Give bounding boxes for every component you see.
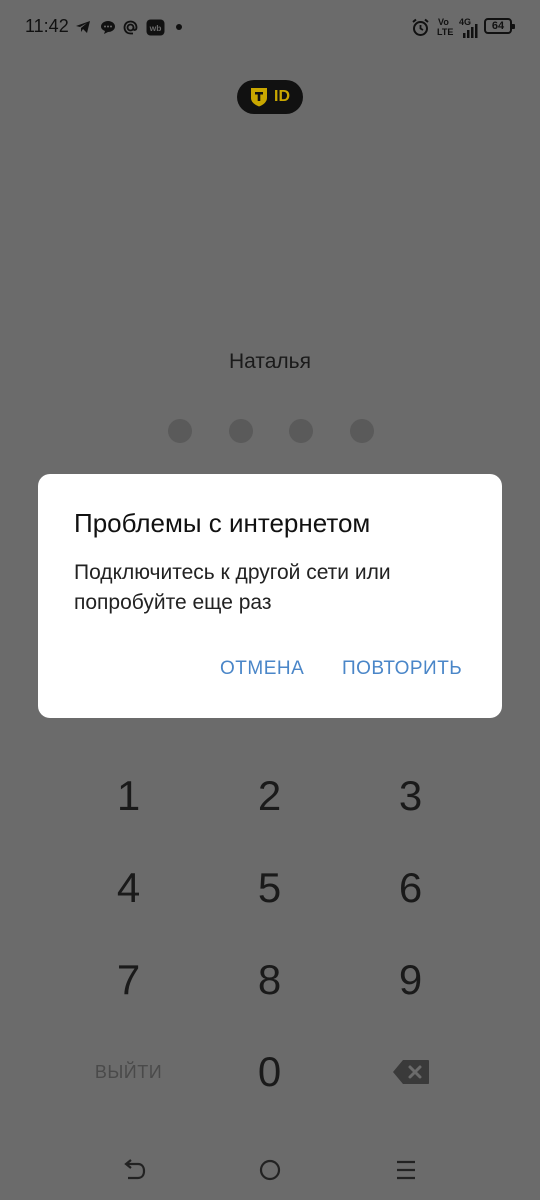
logo-text: ID: [274, 88, 290, 105]
retry-button[interactable]: ПОВТОРИТЬ: [342, 658, 462, 680]
alarm-icon: [411, 18, 430, 36]
volte-bottom: LTE: [437, 27, 454, 37]
svg-text:wb: wb: [149, 23, 162, 33]
back-icon: [121, 1158, 147, 1182]
keypad: 1 2 3 4 5 6 7 8 9 ВЫЙТИ 0: [58, 750, 482, 1120]
user-name: Наталья: [228, 350, 311, 373]
chat-icon: [100, 18, 116, 36]
menu-icon: [395, 1158, 417, 1182]
battery-indicator: 64: [484, 18, 515, 34]
pin-dot: [289, 419, 314, 443]
dot-icon: [175, 18, 183, 36]
pin-dot: [228, 419, 253, 443]
signal-icon: [462, 22, 478, 40]
pin-indicator: [168, 419, 374, 443]
status-time: 11:42: [25, 16, 69, 36]
key-9[interactable]: 9: [340, 934, 481, 1026]
pin-dot: [168, 419, 192, 443]
cancel-button[interactable]: ОТМЕНА: [220, 658, 304, 680]
pin-dot: [349, 419, 374, 443]
key-1[interactable]: 1: [58, 750, 199, 842]
backspace-button[interactable]: [340, 1026, 481, 1118]
status-bar: 11:42 wb Vo LTE 4G 64: [0, 0, 540, 54]
recents-button[interactable]: [392, 1156, 420, 1184]
shield-icon: [250, 87, 268, 107]
home-icon: [258, 1158, 282, 1182]
key-4[interactable]: 4: [58, 842, 199, 934]
logout-button[interactable]: ВЫЙТИ: [58, 1026, 199, 1118]
key-8[interactable]: 8: [199, 934, 340, 1026]
dialog-message: Подключитесь к другой сети или попробуйт…: [74, 561, 391, 614]
key-6[interactable]: 6: [340, 842, 481, 934]
dialog-title: Проблемы с интернетом: [74, 508, 371, 538]
at-icon: [122, 18, 139, 36]
error-dialog: Проблемы с интернетом Подключитесь к дру…: [38, 474, 502, 718]
home-button[interactable]: [256, 1156, 284, 1184]
key-5[interactable]: 5: [199, 842, 340, 934]
key-2[interactable]: 2: [199, 750, 340, 842]
key-7[interactable]: 7: [58, 934, 199, 1026]
navigation-bar: [0, 1140, 540, 1200]
backspace-icon: [392, 1059, 430, 1085]
telegram-icon: [75, 18, 91, 36]
volte-top: Vo: [438, 17, 449, 27]
key-0[interactable]: 0: [199, 1026, 340, 1118]
key-3[interactable]: 3: [340, 750, 481, 842]
tid-logo: ID: [237, 80, 303, 114]
back-button[interactable]: [120, 1156, 148, 1184]
wb-icon: wb: [146, 18, 165, 36]
